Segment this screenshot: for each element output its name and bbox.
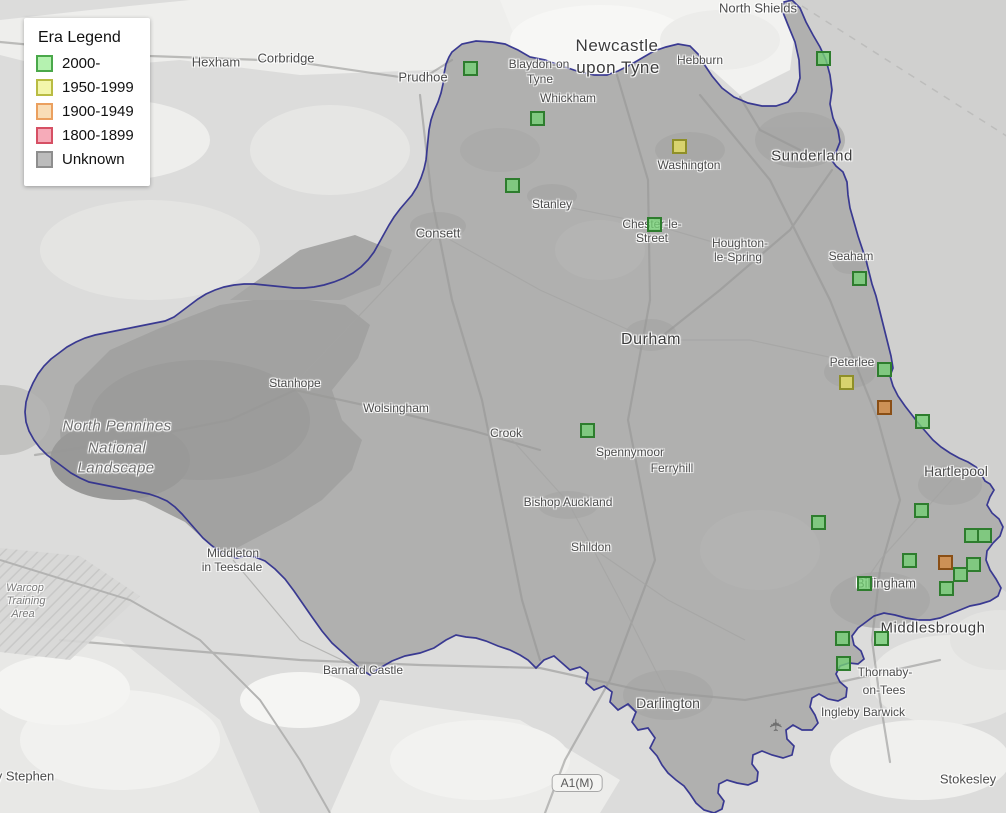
- era-marker-green[interactable]: [530, 111, 545, 126]
- era-marker-green[interactable]: [877, 362, 892, 377]
- legend-item-1950-1999: 1950-1999: [36, 79, 134, 96]
- era-marker-green[interactable]: [580, 423, 595, 438]
- legend-item-1800-1899: 1800-1899: [36, 127, 134, 144]
- map-viewport[interactable]: Newcastle upon Tyne North Shields Hexham Cor…: [0, 0, 1006, 813]
- map-canvas[interactable]: [0, 0, 1006, 813]
- era-marker-green[interactable]: [852, 271, 867, 286]
- era-legend: Era Legend 2000- 1950-1999 1900-1949 180…: [24, 18, 150, 186]
- legend-swatch-unknown: [36, 151, 53, 168]
- era-marker-green[interactable]: [835, 631, 850, 646]
- legend-title: Era Legend: [38, 29, 121, 46]
- era-marker-green[interactable]: [647, 217, 662, 232]
- legend-swatch-2000s: [36, 55, 53, 72]
- legend-swatch-1800-1899: [36, 127, 53, 144]
- era-marker-green[interactable]: [874, 631, 889, 646]
- era-marker-green[interactable]: [953, 567, 968, 582]
- legend-swatch-1900-1949: [36, 103, 53, 120]
- era-marker-green[interactable]: [816, 51, 831, 66]
- era-marker-green[interactable]: [914, 503, 929, 518]
- era-marker-green[interactable]: [977, 528, 992, 543]
- era-marker-yellow[interactable]: [672, 139, 687, 154]
- era-marker-green[interactable]: [463, 61, 478, 76]
- era-marker-green[interactable]: [811, 515, 826, 530]
- era-marker-orange[interactable]: [938, 555, 953, 570]
- era-marker-green[interactable]: [915, 414, 930, 429]
- legend-swatch-1950-1999: [36, 79, 53, 96]
- era-marker-green[interactable]: [939, 581, 954, 596]
- era-marker-green[interactable]: [966, 557, 981, 572]
- era-marker-yellow[interactable]: [839, 375, 854, 390]
- era-marker-green[interactable]: [902, 553, 917, 568]
- legend-item-1900-1949: 1900-1949: [36, 103, 134, 120]
- era-marker-orange[interactable]: [877, 400, 892, 415]
- era-marker-green[interactable]: [505, 178, 520, 193]
- legend-item-unknown: Unknown: [36, 151, 134, 168]
- era-marker-green[interactable]: [857, 576, 872, 591]
- legend-item-2000s: 2000-: [36, 55, 134, 72]
- era-marker-green[interactable]: [836, 656, 851, 671]
- road-badge-a1m: A1(M): [551, 774, 603, 792]
